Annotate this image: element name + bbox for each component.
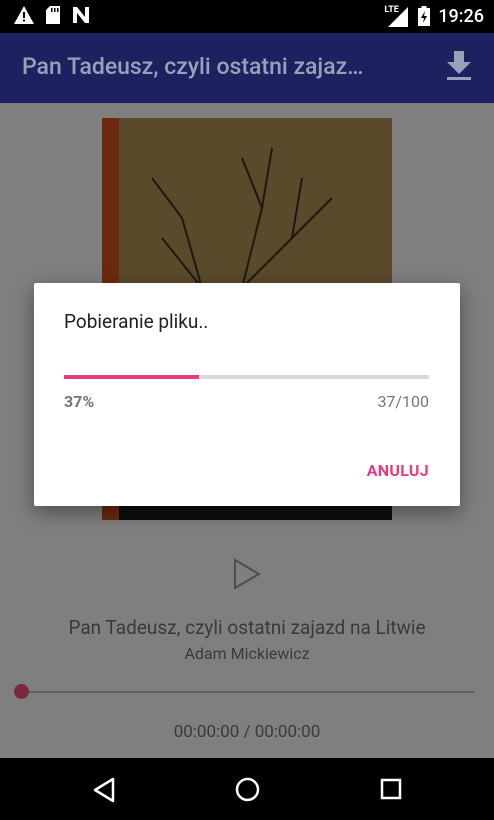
download-icon[interactable] xyxy=(446,51,472,81)
home-icon[interactable] xyxy=(235,777,260,802)
seek-bar-thumb[interactable] xyxy=(14,684,29,699)
book-title: Pan Tadeusz, czyli ostatni zajazd na Lit… xyxy=(68,616,426,639)
download-progress-bar xyxy=(64,375,429,379)
n-icon xyxy=(73,7,89,23)
navigation-bar xyxy=(0,758,494,820)
status-bar: LTE 19:26 xyxy=(0,0,494,33)
back-icon[interactable] xyxy=(92,777,116,803)
sd-card-icon xyxy=(46,6,60,24)
play-icon[interactable] xyxy=(232,558,262,590)
recents-icon[interactable] xyxy=(380,778,402,800)
app-bar: Pan Tadeusz, czyli ostatni zajaz… xyxy=(0,33,494,103)
download-progress-fill xyxy=(64,375,200,379)
progress-count: 37/100 xyxy=(377,392,429,411)
cancel-button[interactable]: ANULUJ xyxy=(367,461,429,480)
dialog-title: Pobieranie pliku.. xyxy=(64,310,209,333)
seek-bar[interactable] xyxy=(22,691,474,693)
status-bar-left xyxy=(14,6,90,24)
status-time: 19:26 xyxy=(438,5,484,27)
playback-time: 00:00:00 / 00:00:00 xyxy=(173,722,321,742)
battery-icon xyxy=(418,6,431,26)
signal-icon: LTE xyxy=(384,5,410,27)
warning-icon xyxy=(14,6,34,24)
app-bar-title: Pan Tadeusz, czyli ostatni zajaz… xyxy=(22,53,364,80)
book-author: Adam Mickiewicz xyxy=(184,644,310,663)
progress-percent: 37% xyxy=(64,392,95,411)
status-bar-right: LTE 19:26 xyxy=(384,5,484,27)
download-progress-dialog: Pobieranie pliku.. 37% 37/100 ANULUJ xyxy=(34,283,460,506)
